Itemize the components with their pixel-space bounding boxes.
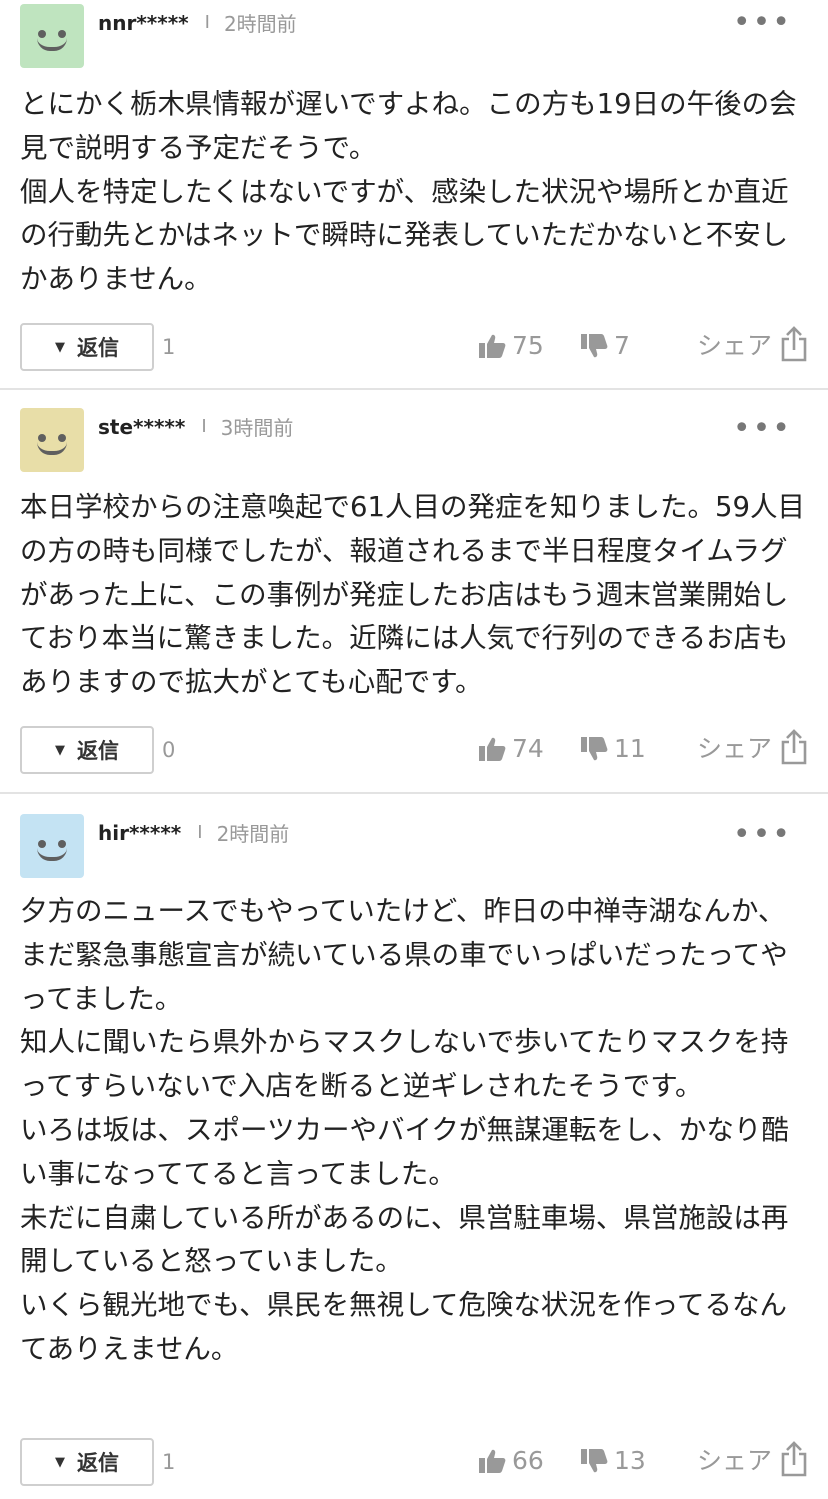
meta-separator: I — [197, 822, 203, 843]
thumbs-up-icon — [479, 334, 506, 358]
avatar-eye — [38, 434, 46, 442]
reply-label: 返信 — [77, 1451, 119, 1475]
timestamp: 2時間前 — [216, 822, 290, 846]
comment-text: 夕方のニュースでもやっていたけど、昨日の中禅寺湖なんか、まだ緊急事態宣言が続いて… — [20, 895, 789, 1365]
more-options-icon[interactable]: ••• — [733, 820, 792, 850]
username[interactable]: nnr***** — [98, 11, 189, 35]
timestamp: 3時間前 — [220, 416, 294, 440]
like-count: 66 — [512, 1446, 544, 1475]
avatar — [20, 814, 84, 878]
avatar-eye — [38, 840, 46, 848]
comment-actions: ▼ 返信 0 74 11 シェア — [20, 726, 808, 774]
dislike-count: 11 — [614, 734, 646, 763]
thumbs-down-icon — [581, 1448, 608, 1472]
reply-button[interactable]: ▼ 返信 — [20, 1438, 154, 1486]
share-button[interactable]: シェア — [697, 1441, 808, 1477]
share-icon — [781, 729, 807, 765]
share-button[interactable]: シェア — [697, 326, 808, 362]
reply-count: 1 — [162, 1450, 176, 1474]
comment-meta: ste***** I 3時間前 — [98, 412, 293, 441]
like-button[interactable]: 75 — [478, 331, 544, 360]
avatar-eye — [58, 30, 66, 38]
meta-separator: I — [204, 12, 210, 33]
like-button[interactable]: 74 — [478, 734, 544, 763]
more-options-icon[interactable]: ••• — [733, 8, 792, 38]
avatar-eye — [38, 30, 46, 38]
dislike-button[interactable]: 11 — [580, 734, 646, 763]
more-options-icon[interactable]: ••• — [733, 414, 792, 444]
comment-actions: ▼ 返信 1 75 7 シェア — [20, 323, 808, 371]
share-icon — [781, 326, 807, 362]
thumbs-down-icon — [581, 333, 608, 357]
avatar — [20, 4, 84, 68]
reply-button[interactable]: ▼ 返信 — [20, 323, 154, 371]
dislike-count: 13 — [614, 1446, 646, 1475]
avatar-mouth — [37, 848, 67, 861]
thumbs-down-icon — [581, 736, 608, 760]
share-label: シェア — [696, 1446, 772, 1475]
share-label: シェア — [696, 331, 772, 360]
share-icon — [781, 1441, 807, 1477]
avatar-mouth — [37, 442, 67, 455]
like-button[interactable]: 66 — [478, 1446, 544, 1475]
avatar — [20, 408, 84, 472]
reply-label: 返信 — [77, 336, 119, 360]
comment-item: nnr***** I 2時間前 ••• とにかく栃木県情報が遅いですよね。この方… — [0, 0, 828, 390]
comment-actions: ▼ 返信 1 66 13 シェア — [20, 1438, 808, 1486]
comment-meta: nnr***** I 2時間前 — [98, 8, 297, 37]
reply-button[interactable]: ▼ 返信 — [20, 726, 154, 774]
avatar-mouth — [37, 38, 67, 51]
reply-label: 返信 — [77, 739, 119, 763]
reply-count: 1 — [162, 335, 176, 359]
share-button[interactable]: シェア — [697, 729, 808, 765]
thumbs-up-icon — [479, 1449, 506, 1473]
like-count: 75 — [512, 331, 544, 360]
meta-separator: I — [201, 416, 207, 437]
comment-meta: hir***** I 2時間前 — [98, 818, 289, 847]
triangle-down-icon: ▼ — [55, 1454, 65, 1470]
comment-text: とにかく栃木県情報が遅いですよね。この方も19日の午後の会見で説明する予定だそう… — [20, 88, 797, 296]
dislike-count: 7 — [614, 331, 630, 360]
reply-count: 0 — [162, 738, 176, 762]
comment-item: ste***** I 3時間前 ••• 本日学校からの注意喚起で61人目の発症を… — [0, 390, 828, 794]
avatar-eye — [58, 434, 66, 442]
dislike-button[interactable]: 13 — [580, 1446, 646, 1475]
username[interactable]: hir***** — [98, 821, 181, 845]
triangle-down-icon: ▼ — [55, 339, 65, 355]
avatar-eye — [58, 840, 66, 848]
comment-text: 本日学校からの注意喚起で61人目の発症を知りました。59人目の方の時も同様でした… — [20, 491, 805, 699]
dislike-button[interactable]: 7 — [580, 331, 630, 360]
timestamp: 2時間前 — [223, 12, 297, 36]
comment-item: hir***** I 2時間前 ••• 夕方のニュースでもやっていたけど、昨日の… — [0, 794, 828, 1499]
thumbs-up-icon — [479, 737, 506, 761]
triangle-down-icon: ▼ — [55, 742, 65, 758]
share-label: シェア — [696, 734, 772, 763]
like-count: 74 — [512, 734, 544, 763]
username[interactable]: ste***** — [98, 415, 185, 439]
